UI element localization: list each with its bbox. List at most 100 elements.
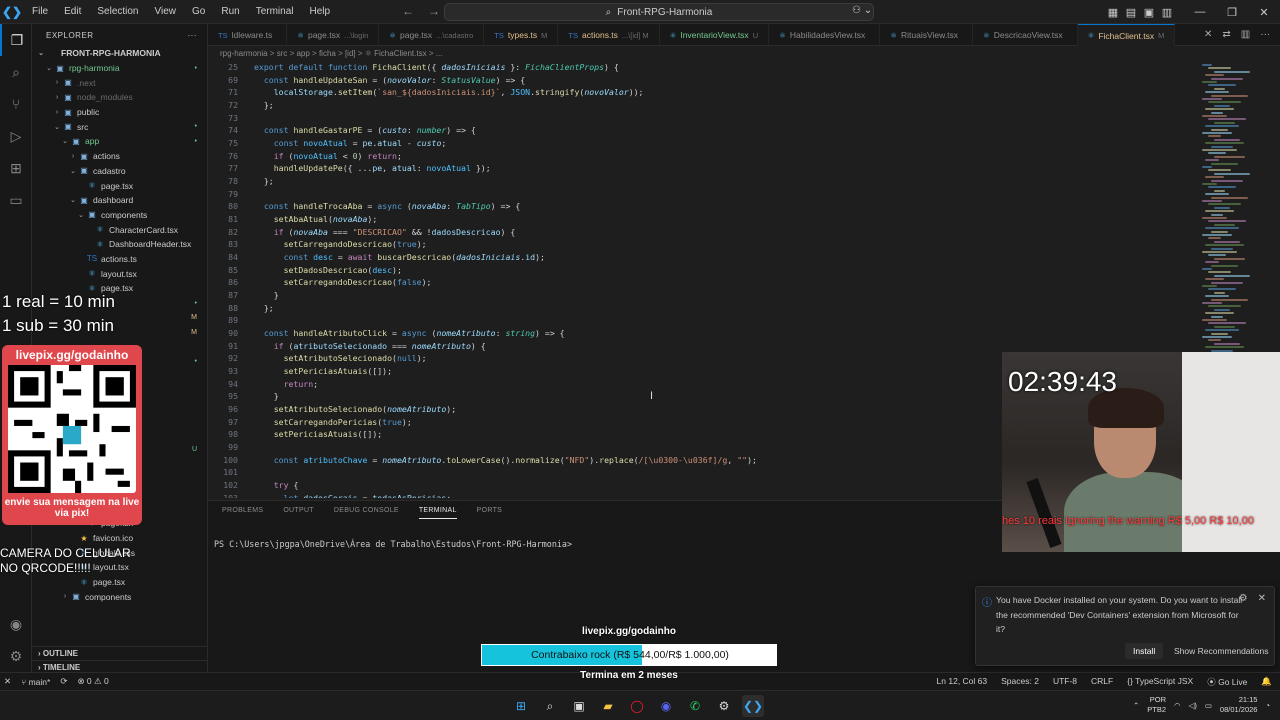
- panel-tab-problems[interactable]: PROBLEMS: [222, 507, 263, 519]
- source-control-icon[interactable]: ⑂: [0, 88, 32, 120]
- account-icon[interactable]: ◉: [0, 608, 32, 640]
- split-editor-icon[interactable]: ▥: [1241, 29, 1250, 40]
- panel-tab-terminal[interactable]: TERMINAL: [418, 507, 457, 519]
- copilot-icon[interactable]: ⚇ ⌄: [852, 5, 872, 16]
- windows-start-icon[interactable]: ⊞: [510, 695, 532, 717]
- tree-item[interactable]: ⚛ layout.tsx: [32, 266, 207, 281]
- tree-item[interactable]: › ▣ actions: [32, 149, 207, 164]
- settings-app-icon[interactable]: ⚙: [713, 695, 735, 717]
- tree-item[interactable]: › ▣ components: [32, 589, 207, 604]
- tree-item[interactable]: ⚛ page.tsx: [32, 178, 207, 193]
- discord-icon[interactable]: ◉: [655, 695, 677, 717]
- back-arrow-icon[interactable]: ←: [402, 4, 414, 18]
- menu-view[interactable]: View: [147, 0, 185, 24]
- panel-tab-ports[interactable]: PORTS: [477, 507, 503, 519]
- editor-tab[interactable]: ⚛ page.tsx ...\cadastro: [379, 24, 485, 46]
- forward-arrow-icon[interactable]: →: [428, 4, 440, 18]
- tree-item[interactable]: ⌄ ▣ app •: [32, 134, 207, 149]
- wifi-icon[interactable]: ◠: [1174, 701, 1181, 710]
- remote-explorer-icon[interactable]: ▭: [0, 184, 32, 216]
- tree-item[interactable]: ⚛ DashboardHeader.tsx: [32, 237, 207, 252]
- notification-settings-icon[interactable]: ⚙: [1239, 593, 1248, 604]
- indentation[interactable]: Spaces: 2: [1001, 676, 1039, 688]
- explorer-icon[interactable]: ❐: [0, 24, 32, 56]
- settings-gear-icon[interactable]: ⚙: [0, 640, 32, 672]
- tab-hint: ...\cadastro: [436, 30, 474, 40]
- notifications-bell-icon[interactable]: 🔔: [1261, 676, 1272, 688]
- menu-edit[interactable]: Edit: [56, 0, 89, 24]
- notification-center-icon[interactable]: ◔: [1265, 701, 1270, 710]
- menu-file[interactable]: File: [24, 0, 56, 24]
- maximize-icon[interactable]: ❐: [1216, 6, 1248, 19]
- tree-item[interactable]: ⌄ ▣ dashboard: [32, 193, 207, 208]
- more-actions-icon[interactable]: ···: [188, 31, 198, 40]
- tree-item[interactable]: ⌄ ▣ src •: [32, 119, 207, 134]
- editor-tab[interactable]: TS ldleware.ts: [208, 24, 288, 46]
- tree-item[interactable]: › ▣ public: [32, 105, 207, 120]
- tree-item[interactable]: ⌄ ▣ rpg-harmonia •: [32, 61, 207, 76]
- tree-item[interactable]: ⌄ ▣ cadastro: [32, 164, 207, 179]
- editor-tab[interactable]: ⚛ page.tsx ...\login: [287, 24, 380, 46]
- editor-tab[interactable]: ⚛ FichaClient.tsx M: [1077, 24, 1176, 46]
- menu-terminal[interactable]: Terminal: [248, 0, 302, 24]
- problems-indicator[interactable]: ⊗ 0 ⚠ 0: [77, 676, 108, 687]
- menu-run[interactable]: Run: [213, 0, 247, 24]
- task-view-icon[interactable]: ▣: [568, 695, 590, 717]
- more-icon[interactable]: ···: [1260, 29, 1270, 40]
- panel-tab-output[interactable]: OUTPUT: [283, 507, 314, 519]
- tree-item[interactable]: ⚛ CharacterCard.tsx: [32, 222, 207, 237]
- go-live-button[interactable]: ⦿ Go Live: [1207, 676, 1247, 688]
- menu-selection[interactable]: Selection: [89, 0, 146, 24]
- editor-tab[interactable]: ⚛ DescricaoView.tsx: [973, 24, 1078, 46]
- menu-help[interactable]: Help: [302, 0, 339, 24]
- run-debug-icon[interactable]: ▷: [0, 120, 32, 152]
- toggle-sidebar-icon[interactable]: ▤: [1122, 6, 1140, 19]
- extensions-icon[interactable]: ⊞: [0, 152, 32, 184]
- editor-tab[interactable]: ⚛ RituaisView.tsx: [880, 24, 974, 46]
- tree-item[interactable]: › ▣ node_modules: [32, 90, 207, 105]
- vscode-taskbar-icon[interactable]: ❮❯: [742, 695, 764, 717]
- toggle-panel-icon[interactable]: ▣: [1140, 6, 1158, 19]
- minimize-icon[interactable]: —: [1184, 6, 1216, 19]
- sync-icon[interactable]: ⟳: [60, 676, 67, 687]
- tray-chevron-icon[interactable]: ⌃: [1133, 701, 1139, 710]
- cursor-position[interactable]: Ln 12, Col 63: [937, 676, 988, 688]
- keyboard-language[interactable]: POR PTB2: [1147, 695, 1166, 715]
- file-explorer-icon[interactable]: ▰: [597, 695, 619, 717]
- menu-go[interactable]: Go: [184, 0, 213, 24]
- close-tab-icon[interactable]: ✕: [1204, 29, 1212, 40]
- battery-icon[interactable]: ▭: [1205, 701, 1212, 710]
- editor-tab[interactable]: TS types.ts M: [484, 24, 559, 46]
- tree-item[interactable]: ⌄ ▣ components: [32, 208, 207, 223]
- notification-close-icon[interactable]: ✕: [1258, 593, 1266, 604]
- command-center-search[interactable]: ⌕ Front-RPG-Harmonia: [444, 3, 874, 21]
- tree-item[interactable]: TS actions.ts: [32, 252, 207, 267]
- whatsapp-icon[interactable]: ✆: [684, 695, 706, 717]
- install-button[interactable]: Install: [1125, 643, 1164, 659]
- branch-indicator[interactable]: ⑂ main*: [21, 677, 50, 687]
- terminal-prompt[interactable]: PS C:\Users\jpgpa\OneDrive\Área de Traba…: [214, 539, 572, 549]
- show-recommendations-button[interactable]: Show Recommendations: [1172, 643, 1271, 659]
- editor-tab[interactable]: TS actions.ts ...\[id] M: [558, 24, 660, 46]
- panel-tab-debug-console[interactable]: DEBUG CONSOLE: [334, 507, 399, 519]
- volume-icon[interactable]: ◁): [1189, 701, 1197, 710]
- system-clock[interactable]: 21:15 08/01/2026: [1220, 695, 1258, 715]
- breadcrumb[interactable]: rpg-harmonia > src > app > ficha > [id] …: [208, 46, 1198, 60]
- remote-icon[interactable]: ✕: [4, 676, 11, 687]
- editor-tab[interactable]: ⚛ InventarioView.tsx U: [660, 24, 770, 46]
- opera-browser-icon[interactable]: ◯: [626, 695, 648, 717]
- layout-icon[interactable]: ▦: [1104, 6, 1122, 19]
- close-window-icon[interactable]: ✕: [1248, 6, 1280, 19]
- toggle-secondary-sidebar-icon[interactable]: ▥: [1158, 6, 1176, 19]
- tree-item[interactable]: › ▣ .next: [32, 75, 207, 90]
- taskbar-search-icon[interactable]: ⌕: [539, 695, 561, 717]
- editor-tab[interactable]: ⚛ HabilidadesView.tsx: [769, 24, 881, 46]
- encoding[interactable]: UTF-8: [1053, 676, 1077, 688]
- tree-item[interactable]: ⌄ FRONT-RPG-HARMONIA: [32, 46, 207, 61]
- timeline-section[interactable]: › TIMELINE: [32, 660, 207, 672]
- language-mode[interactable]: {} TypeScript JSX: [1127, 676, 1193, 688]
- compare-icon[interactable]: ⇄: [1222, 29, 1230, 40]
- line-endings[interactable]: CRLF: [1091, 676, 1113, 688]
- outline-section[interactable]: › OUTLINE: [32, 646, 207, 660]
- search-view-icon[interactable]: ⌕: [0, 56, 32, 88]
